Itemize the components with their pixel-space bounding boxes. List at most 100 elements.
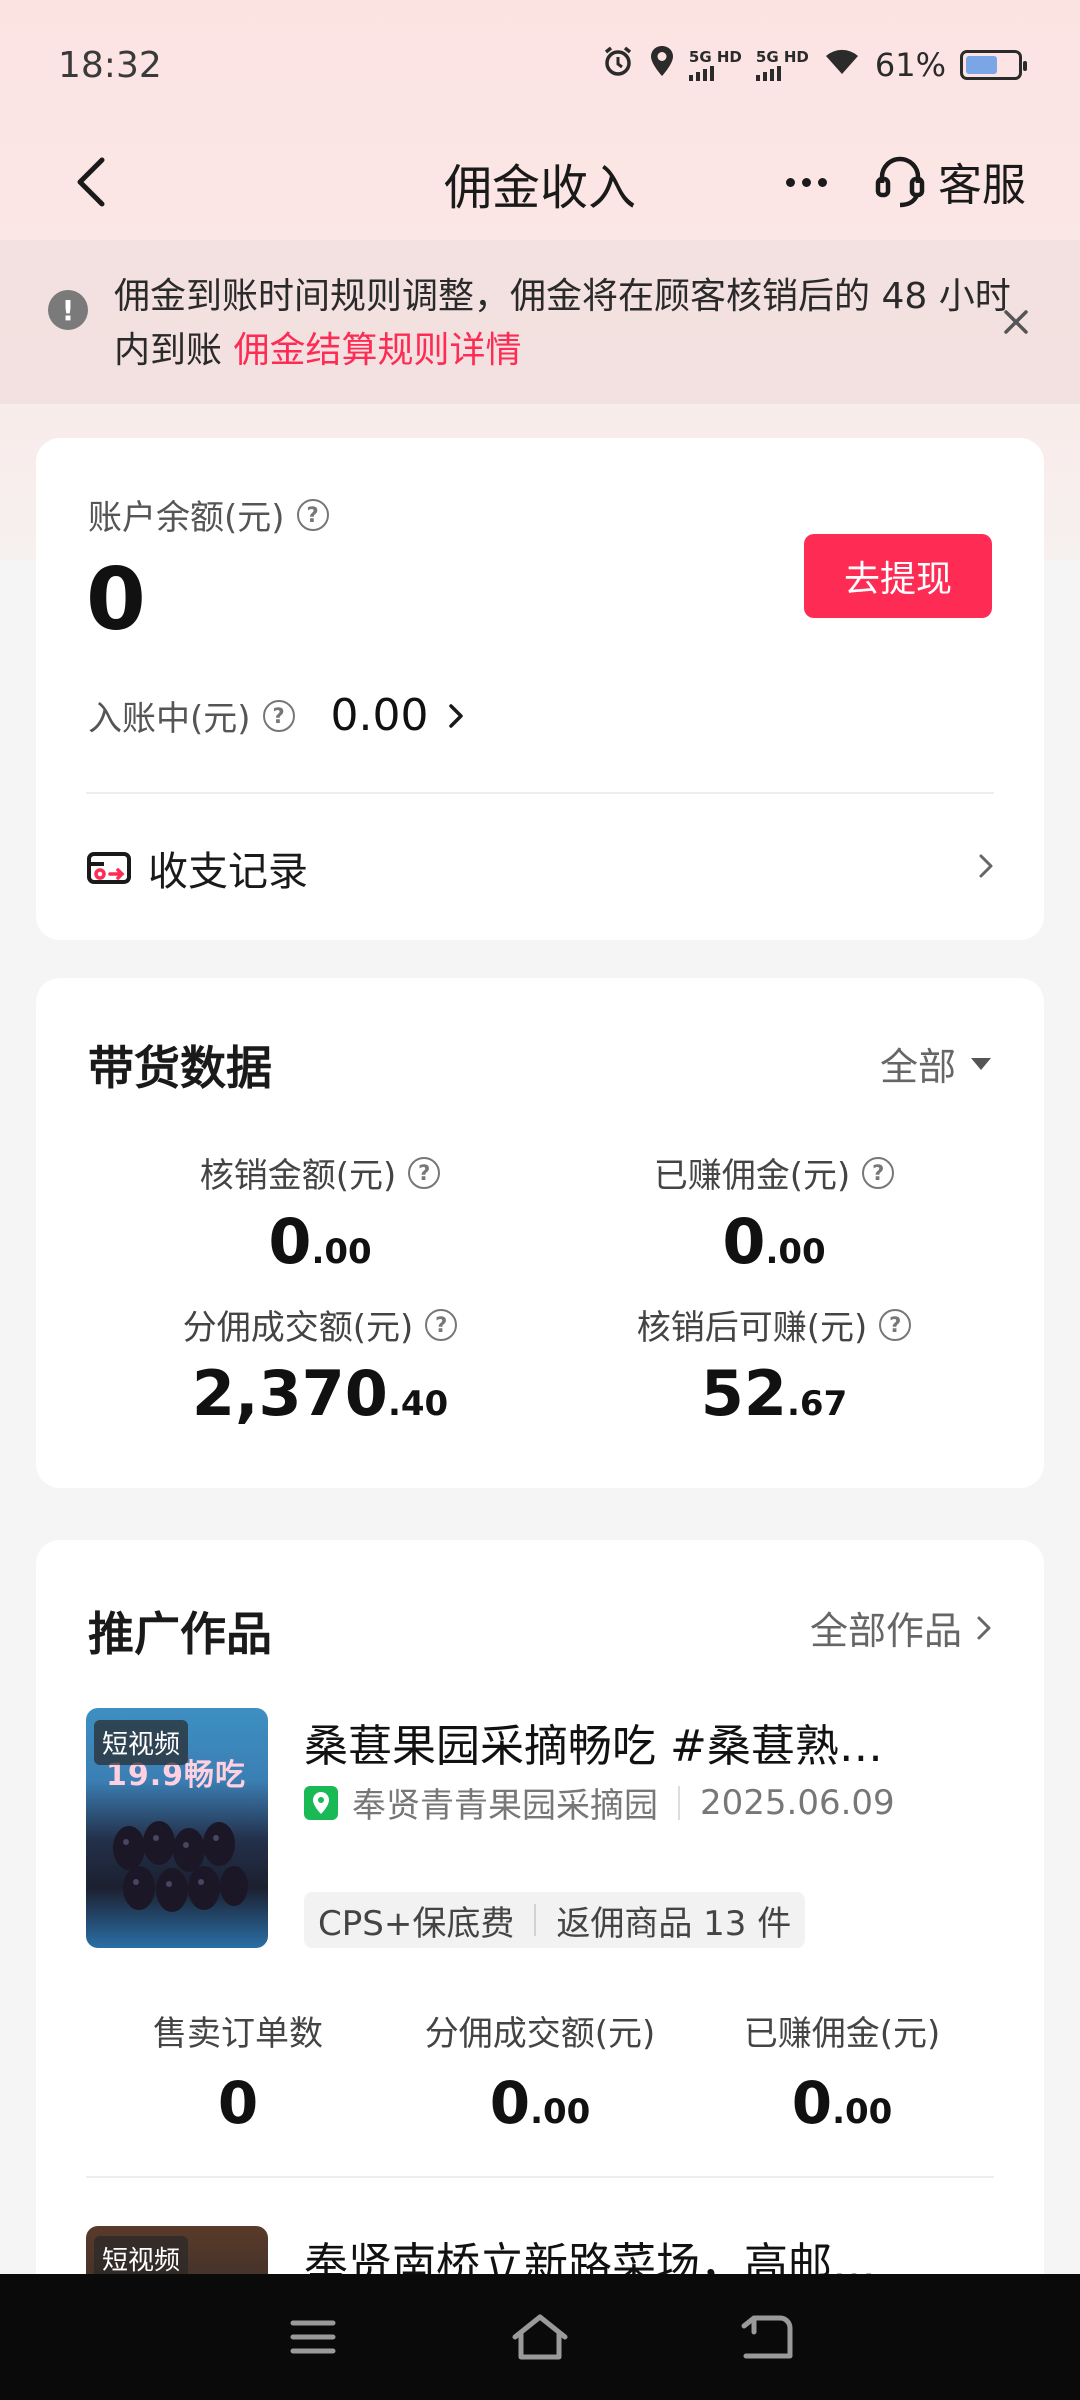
chevron-right-icon — [447, 702, 465, 730]
help-icon[interactable]: ? — [262, 699, 295, 732]
divider — [86, 792, 994, 794]
notice-banner: ! 佣金到账时间规则调整，佣金将在顾客核销后的 48 小时内到账 佣金结算规则详… — [0, 240, 1080, 404]
notice-text: 佣金到账时间规则调整，佣金将在顾客核销后的 48 小时内到账 佣金结算规则详情 — [114, 270, 1014, 378]
work-title[interactable]: 桑葚果园采摘畅吃 #桑葚熟… — [304, 1710, 994, 1774]
promoted-works-card: 推广作品 全部作品 19.9畅吃 短视频 桑葚果园采摘畅吃 #桑葚熟… 奉贤青青… — [36, 1540, 1044, 2400]
chevron-right-icon — [977, 1616, 991, 1639]
stat-value-int: 0 — [791, 2069, 833, 2137]
status-time: 18:32 — [58, 44, 162, 86]
service-label: 客服 — [938, 160, 1026, 211]
sales-title: 带货数据 — [88, 1041, 272, 1095]
network-label-2: 5G HD — [755, 47, 809, 66]
divider — [534, 1904, 537, 1936]
divider — [678, 1785, 680, 1820]
help-icon[interactable]: ? — [408, 1156, 441, 1189]
stat-label: 已赚佣金(元) — [743, 2014, 941, 2054]
all-works-link[interactable]: 全部作品 — [810, 1600, 992, 1655]
back-nav-button[interactable] — [727, 2297, 807, 2377]
work-stat-orders: 售卖订单数 0 — [88, 2006, 388, 2137]
chevron-right-icon — [978, 853, 994, 883]
back-button[interactable] — [60, 152, 120, 212]
commission-type-tag: CPS+保底费 — [318, 1903, 515, 1944]
stat-value-dec: .00 — [832, 2092, 893, 2132]
divider — [86, 2176, 994, 2178]
stat-earnable-after-verification: 核销后可赚(元)? 52.67 — [544, 1300, 1004, 1430]
alert-icon: ! — [48, 290, 88, 330]
settlement-rules-link[interactable]: 佣金结算规则详情 — [233, 330, 521, 371]
home-icon — [512, 2314, 568, 2360]
status-icons: 5G HD 5G HD 61% — [601, 44, 1027, 86]
help-icon[interactable]: ? — [296, 498, 329, 531]
work-date: 2025.06.09 — [700, 1782, 895, 1823]
stat-value-int: 0 — [489, 2069, 531, 2137]
back-arrow-icon — [741, 2315, 793, 2359]
help-icon[interactable]: ? — [425, 1308, 458, 1341]
balance-card: 账户余额(元) ? 0 去提现 入账中(元) ? 0.00 收支记录 — [36, 438, 1044, 940]
wallet-record-icon — [87, 852, 131, 884]
stat-label: 分佣成交额(元) — [182, 1308, 414, 1348]
withdraw-button[interactable]: 去提现 — [804, 534, 992, 618]
sales-filter-label: 全部 — [879, 1045, 956, 1089]
work-thumbnail[interactable]: 19.9畅吃 短视频 — [86, 1708, 268, 1948]
stat-label: 核销金额(元) — [199, 1156, 397, 1196]
location-icon — [649, 44, 675, 86]
stat-verified-amount: 核销金额(元)? 0.00 — [90, 1148, 550, 1278]
signal-bars-icon — [688, 65, 714, 81]
status-bar: 18:32 5G HD 5G HD 61% — [0, 0, 1080, 130]
alarm-icon — [601, 44, 635, 86]
stat-value-dec: .00 — [765, 1232, 826, 1272]
chevron-left-icon — [77, 157, 105, 207]
network-label-1: 5G HD — [688, 47, 742, 66]
pending-value: 0.00 — [330, 690, 429, 741]
rebate-products-tag: 返佣商品 13 件 — [556, 1903, 792, 1944]
headset-icon — [875, 156, 925, 208]
records-row[interactable]: 收支记录 — [86, 816, 994, 920]
stat-label: 售卖订单数 — [153, 2014, 323, 2054]
work-tags: CPS+保底费 返佣商品 13 件 — [304, 1892, 806, 1948]
signal-5g-1: 5G HD — [688, 47, 742, 81]
stat-label: 已赚佣金(元) — [653, 1156, 851, 1196]
stat-value-dec: .67 — [787, 1384, 848, 1424]
help-icon[interactable]: ? — [879, 1308, 912, 1341]
signal-5g-2: 5G HD — [755, 47, 809, 81]
stat-label: 核销后可赚(元) — [636, 1308, 868, 1348]
top-nav: 佣金收入 客服 — [0, 130, 1080, 238]
location-pin-icon — [304, 1785, 338, 1820]
stat-value-dec: .00 — [311, 1232, 372, 1272]
signal-bars-icon — [755, 65, 781, 81]
caret-down-icon — [971, 1057, 991, 1070]
battery-icon — [960, 50, 1027, 80]
sales-filter-dropdown[interactable]: 全部 — [880, 1036, 992, 1091]
close-notice-button[interactable] — [992, 298, 1040, 346]
balance-value: 0 — [86, 550, 146, 650]
system-nav-bar — [0, 2274, 1080, 2400]
works-title: 推广作品 — [88, 1607, 272, 1661]
stat-value-dec: .00 — [530, 2092, 591, 2132]
battery-percent: 61% — [874, 46, 946, 84]
mulberries-image — [113, 1821, 248, 1912]
stat-value-int: 0 — [268, 1205, 312, 1278]
stat-earned-commission: 已赚佣金(元)? 0.00 — [544, 1148, 1004, 1278]
sales-data-card: 带货数据 全部 核销金额(元)? 0.00 已赚佣金(元)? 0.00 分佣成交… — [36, 978, 1044, 1488]
wifi-icon — [823, 46, 861, 84]
pending-label: 入账中(元) — [88, 699, 251, 739]
stat-value-int: 0 — [217, 2069, 259, 2137]
help-icon[interactable]: ? — [862, 1156, 895, 1189]
menu-icon — [290, 2320, 336, 2354]
stat-value-int: 52 — [700, 1357, 788, 1430]
customer-service-button[interactable]: 客服 — [874, 146, 1026, 216]
shop-name[interactable]: 奉贤青青果园采摘园 — [352, 1778, 658, 1827]
work-stat-commission-gmv: 分佣成交额(元) 0.00 — [390, 2006, 690, 2137]
records-label: 收支记录 — [148, 849, 308, 895]
work-stat-earned-commission: 已赚佣金(元) 0.00 — [692, 2006, 992, 2137]
close-icon — [1004, 310, 1028, 334]
stat-commission-gmv: 分佣成交额(元)? 2,370.40 — [90, 1300, 550, 1430]
recent-apps-button[interactable] — [273, 2297, 353, 2377]
balance-label-row: 账户余额(元) ? — [88, 490, 329, 539]
stat-value-int: 0 — [722, 1205, 766, 1278]
balance-label: 账户余额(元) — [88, 498, 285, 538]
more-button[interactable] — [778, 154, 834, 210]
home-button[interactable] — [500, 2297, 580, 2377]
pending-row[interactable]: 入账中(元) ? 0.00 — [88, 690, 465, 741]
short-video-tag: 短视频 — [94, 1720, 189, 1765]
